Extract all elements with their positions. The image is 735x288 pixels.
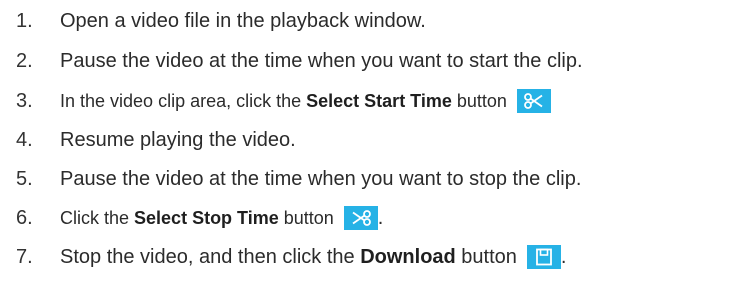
step-7: 7. Stop the video, and then click the Do… (0, 240, 566, 274)
select-stop-time-label: Select Stop Time (134, 207, 279, 228)
step-text: Click the Select Stop Time button (60, 208, 334, 229)
step-text: Stop the video, and then click the Downl… (60, 246, 517, 269)
step-text: Resume playing the video. (60, 128, 296, 151)
scissors-stop-icon[interactable] (343, 206, 378, 230)
step-5: 5. Pause the video at the time when you … (0, 162, 581, 196)
step-3: 3. In the video clip area, click the Sel… (0, 84, 551, 118)
step-text: Open a video file in the playback window… (60, 9, 426, 32)
step-number: 6. (16, 206, 33, 229)
step-text-tail: . (560, 245, 567, 268)
save-icon[interactable] (526, 245, 561, 269)
step-number: 4. (16, 128, 33, 151)
step-6: 6. Click the Select Stop Time button . (0, 201, 383, 235)
step-text-post: button (451, 90, 507, 111)
step-text-pre: In the video clip area, click the (60, 90, 307, 111)
step-number: 7. (16, 245, 33, 268)
step-number: 1. (16, 9, 33, 32)
step-number: 5. (16, 167, 33, 190)
step-text-post: button (278, 207, 334, 228)
scissors-start-icon[interactable] (516, 89, 551, 113)
select-start-time-label: Select Start Time (306, 90, 452, 111)
step-text-post: button (455, 245, 517, 268)
download-label: Download (360, 245, 456, 268)
step-text-pre: Stop the video, and then click the (60, 245, 361, 268)
step-number: 2. (16, 49, 33, 72)
step-text: Pause the video at the time when you wan… (60, 167, 582, 190)
step-number: 3. (16, 89, 33, 112)
step-4: 4. Resume playing the video. (0, 123, 296, 157)
step-text: Pause the video at the time when you wan… (60, 49, 583, 72)
step-text: In the video clip area, click the Select… (60, 91, 507, 112)
step-text-pre: Click the (60, 207, 135, 228)
step-2: 2. Pause the video at the time when you … (0, 44, 583, 78)
step-text-tail: . (377, 206, 384, 229)
step-1: 1. Open a video file in the playback win… (0, 4, 426, 38)
